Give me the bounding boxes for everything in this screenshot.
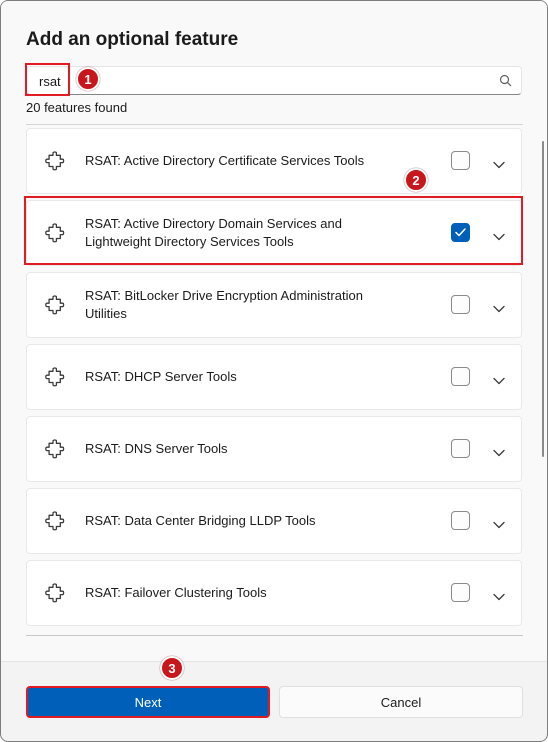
search-icon[interactable] bbox=[499, 74, 512, 87]
feature-checkbox[interactable] bbox=[451, 439, 470, 458]
dialog-title: Add an optional feature bbox=[26, 29, 239, 50]
chevron-down-icon[interactable] bbox=[493, 372, 505, 385]
feature-row[interactable]: RSAT: DNS Server Tools bbox=[26, 416, 522, 482]
feature-checkbox[interactable] bbox=[451, 367, 470, 386]
feature-name: RSAT: DHCP Server Tools bbox=[85, 369, 237, 384]
scrollbar[interactable] bbox=[542, 141, 544, 457]
puzzle-icon bbox=[44, 150, 66, 172]
results-count: 20 features found bbox=[26, 100, 128, 115]
feature-row[interactable]: RSAT: DHCP Server Tools bbox=[26, 344, 522, 410]
step-badge-3: 3 bbox=[160, 656, 184, 680]
feature-checkbox[interactable] bbox=[451, 151, 470, 170]
puzzle-icon bbox=[44, 510, 66, 532]
feature-name: RSAT: DNS Server Tools bbox=[85, 441, 228, 456]
list-bottom-divider bbox=[26, 635, 523, 636]
cancel-button[interactable]: Cancel bbox=[279, 686, 523, 718]
feature-name: RSAT: BitLocker Drive Encryption Adminis… bbox=[85, 288, 363, 321]
puzzle-icon bbox=[44, 438, 66, 460]
feature-checkbox[interactable] bbox=[451, 583, 470, 602]
search-input[interactable]: rsat bbox=[26, 66, 522, 95]
feature-highlight-box bbox=[24, 196, 523, 265]
feature-row[interactable]: RSAT: BitLocker Drive Encryption Adminis… bbox=[26, 272, 522, 338]
dialog-content: Add an optional feature rsat 20 features… bbox=[1, 1, 547, 661]
list-top-divider bbox=[26, 124, 523, 125]
step-badge-1: 1 bbox=[76, 67, 100, 91]
chevron-down-icon[interactable] bbox=[493, 156, 505, 169]
puzzle-icon bbox=[44, 582, 66, 604]
step-badge-2: 2 bbox=[404, 168, 428, 192]
footer-divider bbox=[1, 661, 547, 662]
feature-row[interactable]: RSAT: Data Center Bridging LLDP Tools bbox=[26, 488, 522, 554]
chevron-down-icon[interactable] bbox=[493, 588, 505, 601]
feature-name: RSAT: Active Directory Certificate Servi… bbox=[85, 153, 365, 168]
search-highlight-box bbox=[25, 63, 70, 96]
feature-checkbox[interactable] bbox=[451, 295, 470, 314]
feature-row[interactable]: RSAT: Active Directory Certificate Servi… bbox=[26, 128, 522, 194]
feature-checkbox[interactable] bbox=[451, 511, 470, 530]
chevron-down-icon[interactable] bbox=[493, 300, 505, 313]
feature-row[interactable]: RSAT: Failover Clustering Tools bbox=[26, 560, 522, 626]
chevron-down-icon[interactable] bbox=[493, 516, 505, 529]
chevron-down-icon[interactable] bbox=[493, 444, 505, 457]
feature-name: RSAT: Failover Clustering Tools bbox=[85, 585, 267, 600]
feature-name: RSAT: Data Center Bridging LLDP Tools bbox=[85, 513, 316, 528]
puzzle-icon bbox=[44, 366, 66, 388]
optional-feature-dialog: Add an optional feature rsat 20 features… bbox=[0, 0, 548, 742]
puzzle-icon bbox=[44, 294, 66, 316]
next-button[interactable]: Next bbox=[26, 686, 270, 718]
